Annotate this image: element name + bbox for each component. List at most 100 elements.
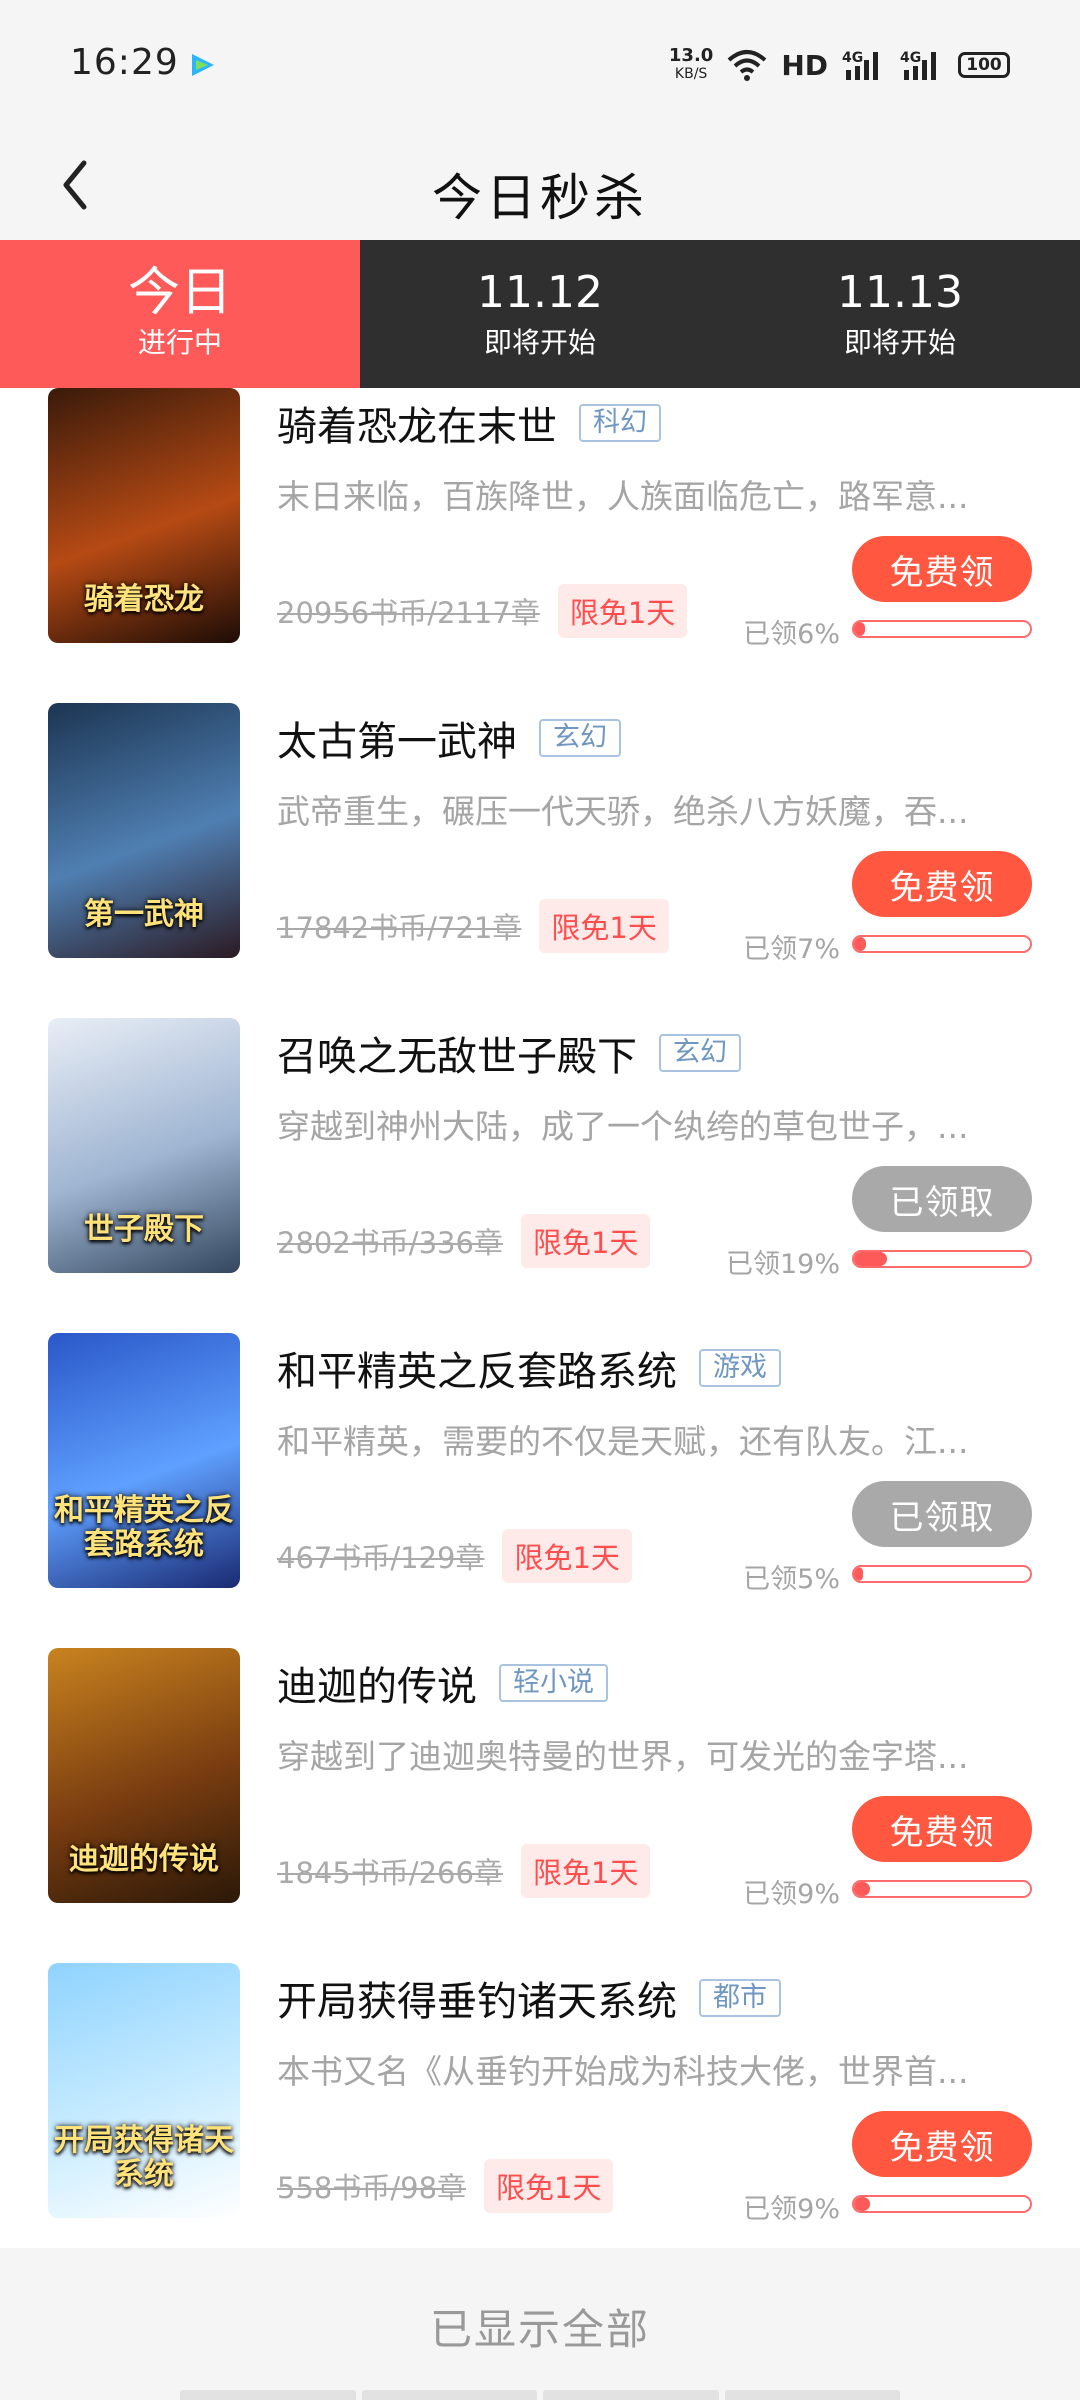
end-of-list-text: 已显示全部 bbox=[429, 2305, 650, 2354]
signal-4g-icon: 4G bbox=[842, 50, 878, 80]
cover-title-art: 和平精英之反套路系统 bbox=[54, 1493, 234, 1562]
claim-progress-fill bbox=[854, 1882, 870, 1896]
net-speed-unit: KB/S bbox=[674, 66, 708, 82]
claim-progress-fill bbox=[854, 2197, 870, 2211]
claimed-percent: 已领19% bbox=[725, 1249, 840, 1280]
cover-title-art: 世子殿下 bbox=[84, 1212, 204, 1247]
claimed-percent: 已领6% bbox=[743, 619, 840, 650]
wifi-icon bbox=[727, 50, 767, 81]
tab-11-12-status: 即将开始 bbox=[483, 326, 596, 359]
tab-11-13-status: 即将开始 bbox=[843, 326, 956, 359]
book-cover-image[interactable]: 世子殿下 bbox=[48, 1018, 240, 1273]
claim-progress-bar bbox=[852, 935, 1032, 953]
claim-progress-bar bbox=[852, 1565, 1032, 1583]
price-row: 20956书币/2117章 限免1天 bbox=[277, 584, 688, 638]
book-cover-image[interactable]: 开局获得诸天系统 bbox=[48, 1963, 240, 2218]
tab-today[interactable]: 今日 进行中 bbox=[0, 240, 360, 402]
claim-free-button[interactable]: 免费领 bbox=[852, 851, 1032, 917]
genre-tag: 游戏 bbox=[699, 1349, 781, 1387]
book-cover-image[interactable]: 第一武神 bbox=[48, 703, 240, 958]
book-cover-image[interactable]: 迪迦的传说 bbox=[48, 1648, 240, 1903]
original-price: 1845书币/266章 bbox=[277, 1856, 503, 1890]
net-speed: 13.0 KB/S bbox=[669, 47, 713, 83]
claim-progress-fill bbox=[854, 1567, 863, 1581]
book-title-text[interactable]: 和平精英之反套路系统 bbox=[277, 1339, 677, 1397]
battery-icon: 100 bbox=[958, 52, 1010, 78]
book-title[interactable]: 太古第一武神 玄幻 bbox=[277, 709, 621, 767]
claimed-button: 已领取 bbox=[852, 1166, 1032, 1232]
genre-tag: 都市 bbox=[699, 1979, 781, 2017]
claim-progress-bar bbox=[852, 620, 1032, 638]
tab-11-13-label: 11.13 bbox=[837, 267, 963, 318]
claim-progress-fill bbox=[854, 937, 867, 951]
price-row: 17842书币/721章 限免1天 bbox=[277, 899, 669, 953]
footer: 已显示全部 bbox=[0, 2248, 1080, 2400]
tab-11-12-label: 11.12 bbox=[477, 267, 603, 318]
header: 今日秒杀 bbox=[0, 130, 1080, 240]
hd-label: HD bbox=[781, 48, 828, 82]
claim-free-button[interactable]: 免费领 bbox=[852, 2111, 1032, 2177]
claim-progress-bar bbox=[852, 1250, 1032, 1268]
price-row: 467书币/129章 限免1天 bbox=[277, 1529, 632, 1583]
original-price: 20956书币/2117章 bbox=[277, 596, 540, 630]
original-price: 2802书币/336章 bbox=[277, 1226, 503, 1260]
page-title: 今日秒杀 bbox=[432, 169, 648, 227]
book-item[interactable]: 和平精英之反套路系统 和平精英之反套路系统 游戏 和平精英，需要的不仅是天赋，还… bbox=[0, 1333, 1080, 1648]
genre-tag: 轻小说 bbox=[499, 1664, 608, 1702]
genre-tag: 科幻 bbox=[579, 404, 661, 442]
book-title-text[interactable]: 召唤之无敌世子殿下 bbox=[277, 1024, 637, 1082]
claim-free-button[interactable]: 免费领 bbox=[852, 1796, 1032, 1862]
bottom-bar bbox=[180, 2390, 900, 2400]
claimed-percent: 已领7% bbox=[743, 934, 840, 965]
price-row: 1845书币/266章 限免1天 bbox=[277, 1844, 651, 1898]
signal-4g-icon-2: 4G bbox=[900, 50, 936, 80]
claim-progress-fill bbox=[854, 622, 865, 636]
app-notification-icon bbox=[192, 54, 214, 76]
book-description: 穿越到神州大陆，成了一个纨绔的草包世子，... bbox=[277, 1107, 969, 1146]
status-bar: 16:29 13.0 KB/S HD 4G 4G 100 bbox=[0, 0, 1080, 130]
free-limit-badge: 限免1天 bbox=[520, 1844, 651, 1898]
price-row: 558书币/98章 限免1天 bbox=[277, 2159, 614, 2213]
book-list: 骑着恐龙 骑着恐龙在末世 科幻 末日来临，百族降世，人族面临危亡，路军意... … bbox=[0, 388, 1080, 2248]
status-time: 16:29 bbox=[70, 42, 179, 83]
book-description: 武帝重生，碾压一代天骄，绝杀八方妖魔，吞... bbox=[277, 792, 969, 831]
status-icons: 13.0 KB/S HD 4G 4G 100 bbox=[669, 40, 1010, 90]
tab-today-label: 今日 bbox=[127, 263, 232, 323]
claimed-percent: 已领5% bbox=[743, 1564, 840, 1595]
book-item[interactable]: 迪迦的传说 迪迦的传说 轻小说 穿越到了迪迦奥特曼的世界，可发光的金字塔... … bbox=[0, 1648, 1080, 1963]
genre-tag: 玄幻 bbox=[659, 1034, 741, 1072]
original-price: 558书币/98章 bbox=[277, 2171, 467, 2205]
book-title[interactable]: 召唤之无敌世子殿下 玄幻 bbox=[277, 1024, 741, 1082]
claim-free-button[interactable]: 免费领 bbox=[852, 536, 1032, 602]
book-title-text[interactable]: 骑着恐龙在末世 bbox=[277, 394, 557, 452]
book-cover-image[interactable]: 骑着恐龙 bbox=[48, 388, 240, 643]
claim-progress-fill bbox=[854, 1252, 888, 1266]
tab-today-status: 进行中 bbox=[137, 326, 222, 359]
book-item[interactable]: 第一武神 太古第一武神 玄幻 武帝重生，碾压一代天骄，绝杀八方妖魔，吞... 1… bbox=[0, 703, 1080, 1018]
price-row: 2802书币/336章 限免1天 bbox=[277, 1214, 651, 1268]
book-title[interactable]: 骑着恐龙在末世 科幻 bbox=[277, 394, 661, 452]
genre-tag: 玄幻 bbox=[539, 719, 621, 757]
cover-title-art: 开局获得诸天系统 bbox=[54, 2123, 234, 2192]
book-title[interactable]: 迪迦的传说 轻小说 bbox=[277, 1654, 608, 1712]
book-title[interactable]: 和平精英之反套路系统 游戏 bbox=[277, 1339, 781, 1397]
book-title[interactable]: 开局获得垂钓诸天系统 都市 bbox=[277, 1969, 781, 2027]
book-cover-image[interactable]: 和平精英之反套路系统 bbox=[48, 1333, 240, 1588]
free-limit-badge: 限免1天 bbox=[557, 584, 688, 638]
book-title-text[interactable]: 开局获得垂钓诸天系统 bbox=[277, 1969, 677, 2027]
book-item[interactable]: 世子殿下 召唤之无敌世子殿下 玄幻 穿越到神州大陆，成了一个纨绔的草包世子，..… bbox=[0, 1018, 1080, 1333]
claimed-percent: 已领9% bbox=[743, 1879, 840, 1910]
tab-11-13[interactable]: 11.13 即将开始 bbox=[720, 240, 1080, 388]
book-description: 本书又名《从垂钓开始成为科技大佬，世界首... bbox=[277, 2052, 969, 2091]
date-tabs: 今日 进行中 11.12 即将开始 11.13 即将开始 bbox=[0, 240, 1080, 402]
free-limit-badge: 限免1天 bbox=[502, 1529, 632, 1583]
claimed-button: 已领取 bbox=[852, 1481, 1032, 1547]
book-item[interactable]: 骑着恐龙 骑着恐龙在末世 科幻 末日来临，百族降世，人族面临危亡，路军意... … bbox=[0, 388, 1080, 703]
claim-progress-bar bbox=[852, 1880, 1032, 1898]
book-title-text[interactable]: 太古第一武神 bbox=[277, 709, 517, 767]
book-title-text[interactable]: 迪迦的传说 bbox=[277, 1654, 477, 1712]
tab-11-12[interactable]: 11.12 即将开始 bbox=[360, 240, 720, 388]
book-item[interactable]: 开局获得诸天系统 开局获得垂钓诸天系统 都市 本书又名《从垂钓开始成为科技大佬，… bbox=[0, 1963, 1080, 2248]
book-description: 穿越到了迪迦奥特曼的世界，可发光的金字塔... bbox=[277, 1737, 969, 1776]
book-description: 和平精英，需要的不仅是天赋，还有队友。江... bbox=[277, 1422, 969, 1461]
